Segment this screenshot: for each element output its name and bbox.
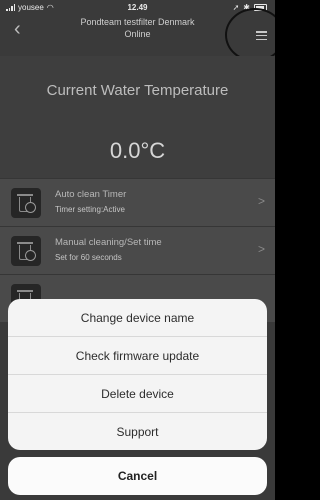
- delete-device-button[interactable]: Delete device: [8, 375, 267, 413]
- temperature-value: 0.0°C: [109, 138, 166, 163]
- change-device-name-button[interactable]: Change device name: [8, 299, 267, 337]
- menu-highlight-circle: [225, 8, 275, 62]
- list-item-subtitle: Timer setting:Active: [55, 205, 125, 214]
- app-screen: yousee ◠ 12.49 ➚ ✱ ‹ Pondteam testfilter…: [0, 0, 275, 500]
- chevron-right-icon: >: [257, 194, 265, 208]
- list-item-title: Auto clean Timer: [55, 189, 127, 200]
- cancel-button[interactable]: Cancel: [8, 457, 267, 495]
- support-button[interactable]: Support: [8, 413, 267, 450]
- nav-bar: ‹ Pondteam testfilter Denmark Online: [0, 8, 275, 62]
- action-sheet: Change device name Check firmware update…: [8, 299, 267, 450]
- temperature-panel: Current Water Temperature 0.0°C: [0, 56, 275, 178]
- list-item-subtitle: Set for 60 seconds: [55, 253, 122, 262]
- trash-timer-icon: [11, 188, 41, 218]
- trash-timer-icon: [11, 236, 41, 266]
- list-item-title: Manual cleaning/Set time: [55, 237, 162, 248]
- location-icon: ➚: [232, 3, 240, 12]
- status-bar: yousee ◠ 12.49 ➚ ✱: [0, 0, 275, 14]
- list-item-auto-clean-timer[interactable]: Auto clean Timer Timer setting:Active >: [0, 178, 275, 226]
- menu-icon[interactable]: [256, 31, 267, 40]
- list-item-manual-cleaning[interactable]: Manual cleaning/Set time Set for 60 seco…: [0, 226, 275, 274]
- temperature-title: Current Water Temperature: [46, 82, 229, 99]
- chevron-right-icon: >: [257, 242, 265, 256]
- check-firmware-update-button[interactable]: Check firmware update: [8, 337, 267, 375]
